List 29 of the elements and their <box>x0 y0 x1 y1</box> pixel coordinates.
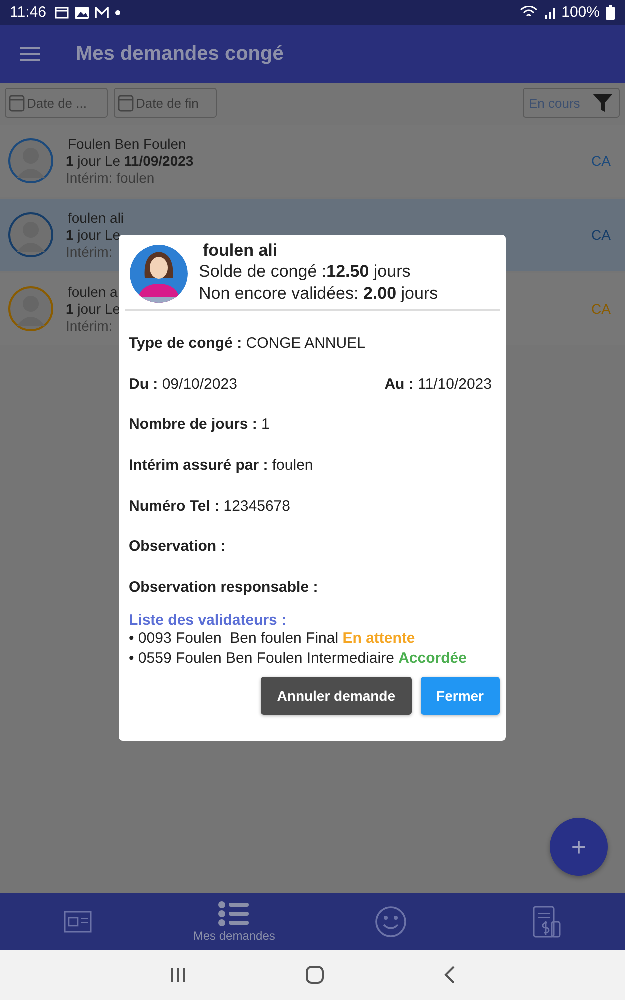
requester-name: foulen a <box>67 284 119 300</box>
field-text: Observation responsable : <box>129 578 318 596</box>
leave-type: CA <box>592 227 611 243</box>
field-text: Du : 09/10/2023 <box>129 376 238 393</box>
field-text: Nombre de jours : 1 <box>129 416 270 434</box>
request-duration: 1 jour Le <box>66 301 120 317</box>
field-text: Observation : <box>129 538 226 556</box>
leave-balance: Solde de congé :12.50 jours <box>199 261 412 283</box>
interim-text: Intérim: <box>66 318 114 334</box>
battery-level: 100% <box>562 4 600 21</box>
leave-type: CA <box>592 301 611 317</box>
validators-title: Liste des validateurs : <box>129 612 288 629</box>
leave-type: CA <box>592 153 611 169</box>
requester-name: foulen ali <box>67 210 124 226</box>
status-time: 11:46 <box>10 4 46 21</box>
validator-entry: • 0559 Foulen Ben Foulen Intermediaire Accordée <box>129 648 468 669</box>
field-text: Intérim assuré par : foulen <box>129 456 314 474</box>
request-duration: 1 jour Le <box>66 227 122 243</box>
employee-name: foulen ali <box>202 241 279 261</box>
request-duration: 1 jour Le 11/09/2023 <box>66 153 194 169</box>
field-text: Au : 11/10/2023 <box>384 376 492 393</box>
requester-name: Foulen Ben Foulen <box>67 136 188 152</box>
pending-days: Non encore validées: 2.00 jours <box>199 283 438 305</box>
interim-text: Intérim: foulen <box>66 170 156 186</box>
app-title: Mes demandes congé <box>76 42 284 66</box>
field-text: Numéro Tel : 12345678 <box>129 498 290 515</box>
interim-text: Intérim: <box>66 244 114 260</box>
validator-entry: • 0093 Foulen Ben foulen Final En attente <box>129 628 416 649</box>
field-text: Type de congé : CONGE ANNUEL <box>129 334 366 352</box>
